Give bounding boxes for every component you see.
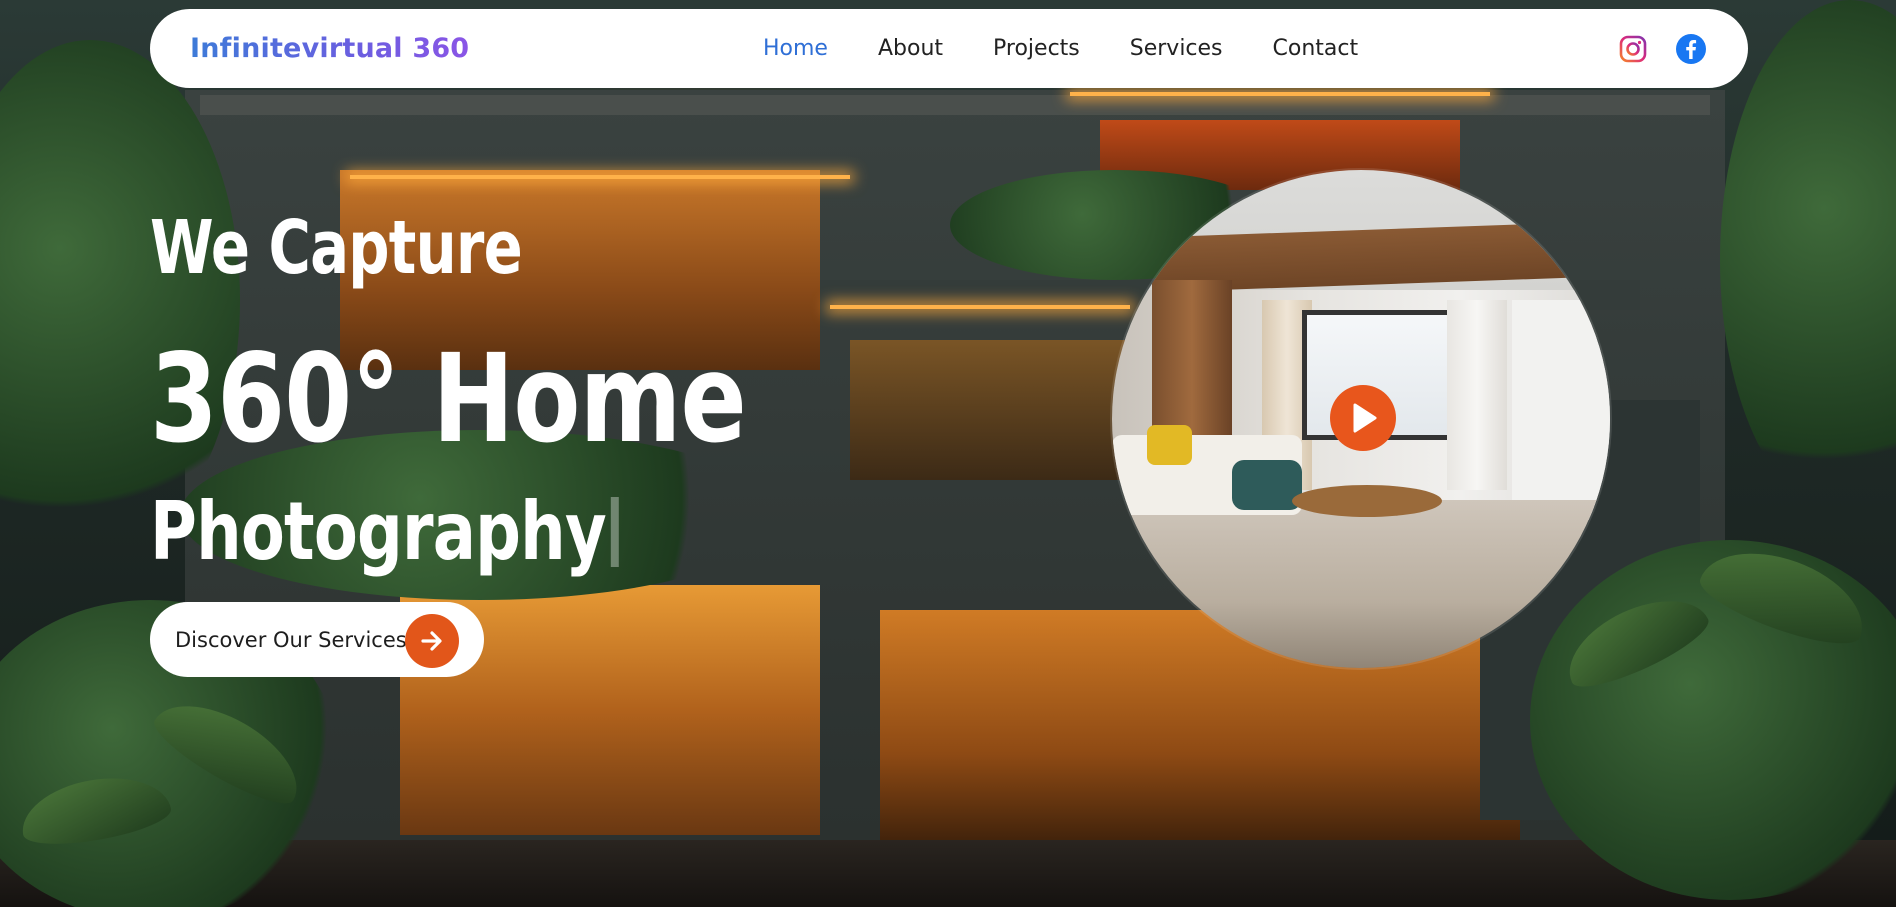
instagram-icon[interactable] — [1616, 32, 1650, 66]
hero-title-line-3: Photography — [150, 485, 619, 578]
room-floor — [1112, 500, 1610, 668]
room-shelf — [1512, 300, 1610, 520]
arrow-right-icon — [405, 614, 459, 668]
room-pillow — [1147, 425, 1192, 465]
nav-item-contact[interactable]: Contact — [1273, 36, 1359, 61]
facebook-icon[interactable] — [1674, 32, 1708, 66]
ceiling-light-strip — [350, 175, 850, 179]
hero-title-line-3-text: Photography — [150, 485, 607, 578]
nav-item-about[interactable]: About — [878, 36, 943, 61]
nav-item-home[interactable]: Home — [763, 36, 828, 61]
navbar: Infinitevirtual 360 Home About Projects … — [150, 9, 1748, 88]
play-icon[interactable] — [1330, 385, 1396, 451]
hero-section: Infinitevirtual 360 Home About Projects … — [0, 0, 1896, 907]
nav-links: Home About Projects Services Contact — [763, 9, 1408, 88]
cta-label: Discover Our Services — [175, 627, 407, 652]
hero-title-line-1: We Capture — [150, 205, 523, 291]
social-links — [1616, 9, 1708, 88]
virtual-tour-preview[interactable] — [1112, 170, 1610, 668]
ceiling-light-strip — [1070, 92, 1490, 96]
nav-item-services[interactable]: Services — [1130, 36, 1223, 61]
ceiling-light-strip — [830, 305, 1130, 309]
room-coffee-table — [1292, 485, 1442, 517]
nav-item-projects[interactable]: Projects — [993, 36, 1080, 61]
hero-title-line-2: 360° Home — [150, 328, 747, 470]
foliage — [1720, 0, 1896, 520]
typing-cursor — [610, 497, 619, 567]
discover-services-button[interactable]: Discover Our Services — [150, 602, 484, 677]
room-curtain — [1447, 300, 1507, 490]
house-roof — [200, 95, 1710, 115]
brand-logo[interactable]: Infinitevirtual 360 — [190, 33, 469, 64]
